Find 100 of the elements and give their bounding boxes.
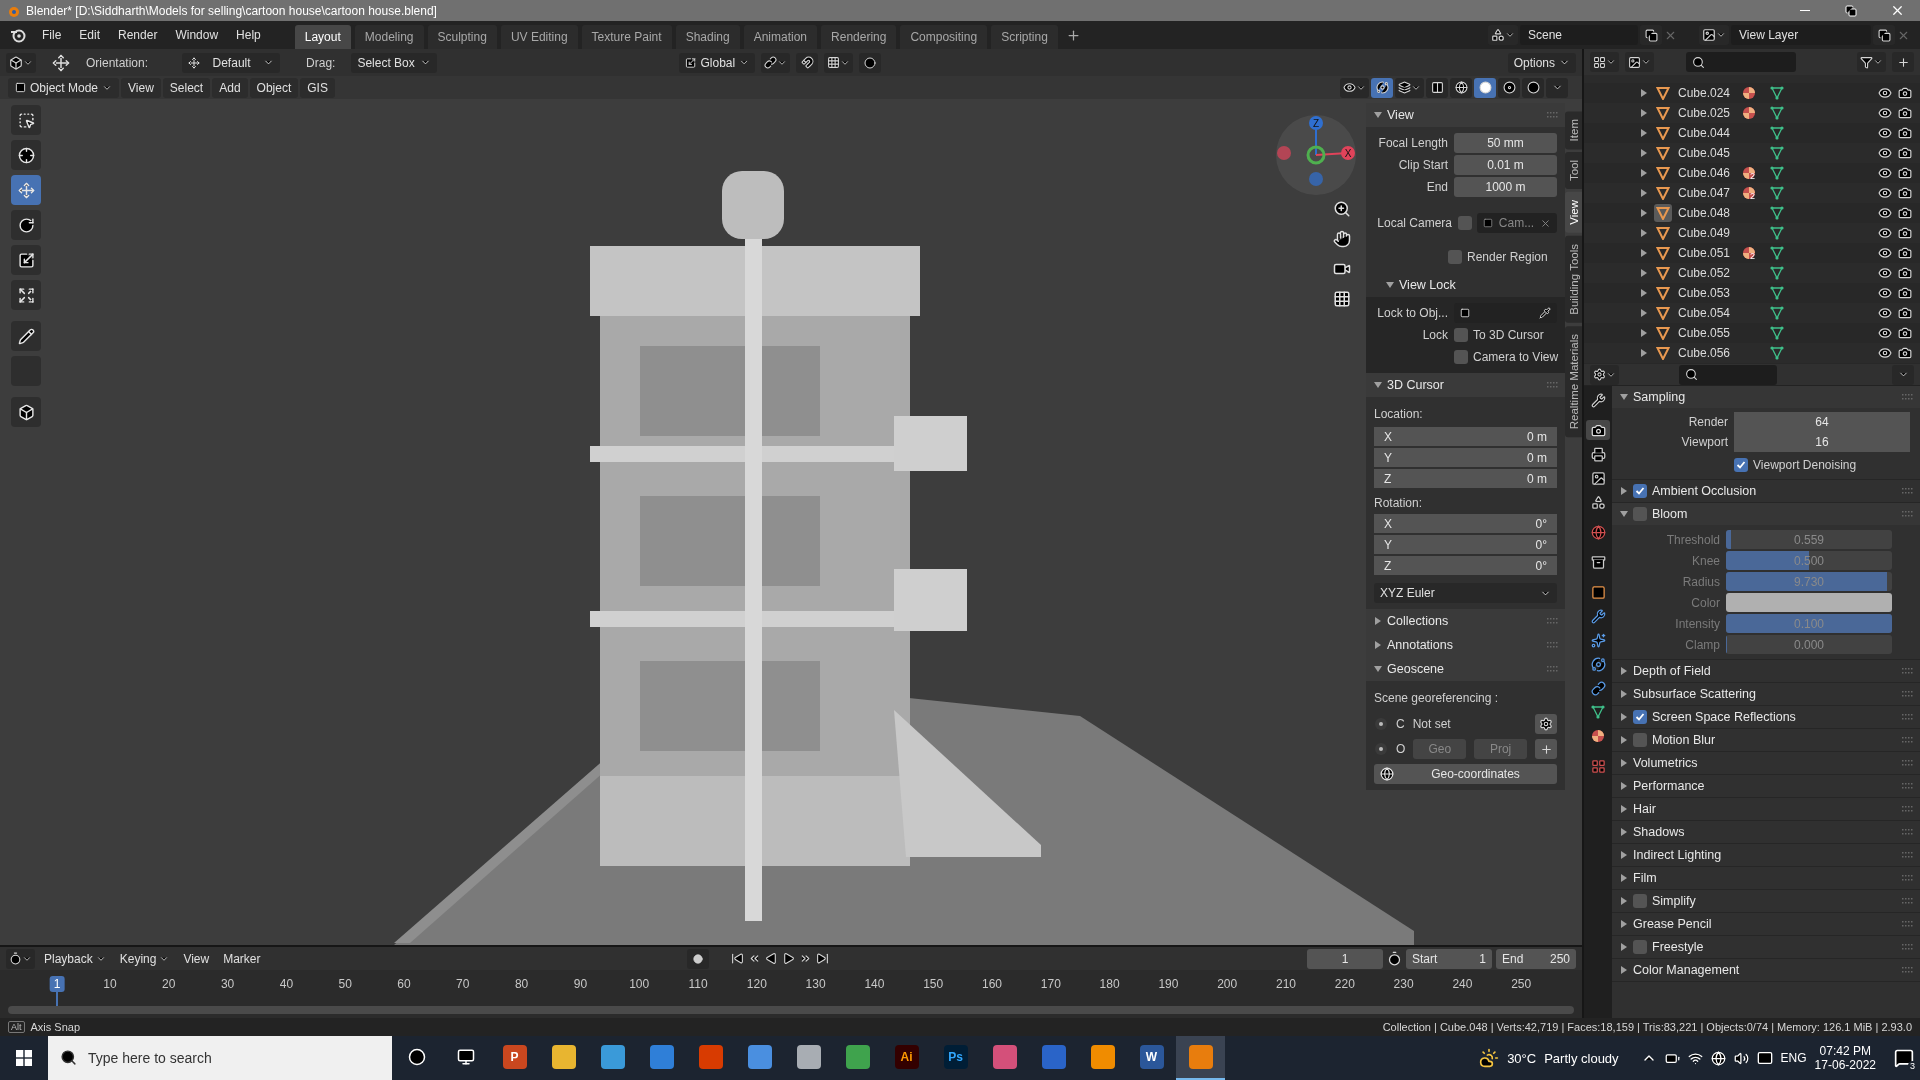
app-icon[interactable]: W <box>1139 1045 1164 1069</box>
frame-number: 90 <box>572 976 589 992</box>
workspace-tab[interactable]: Sculpting <box>427 25 497 49</box>
number-field[interactable]: 0.01 m <box>1454 155 1557 175</box>
rotation-mode-dropdown[interactable]: XYZ Euler <box>1374 583 1557 603</box>
number-field[interactable]: Y 0 m <box>1374 448 1557 467</box>
options-dropdown[interactable]: Options <box>1507 52 1576 73</box>
menu-dropdown[interactable]: Playback <box>39 949 111 968</box>
menu-item[interactable]: Add <box>212 77 248 98</box>
workspace-tab[interactable]: Compositing <box>900 25 988 49</box>
panel-title: Freestyle <box>1652 940 1705 954</box>
frame-number: 30 <box>219 976 236 992</box>
workspace-tab[interactable]: Animation <box>743 25 818 49</box>
sidebar-tab[interactable]: Realtime Materials <box>1565 325 1582 438</box>
menu-item[interactable]: Edit <box>71 25 109 45</box>
menu-item[interactable]: File <box>34 25 70 45</box>
taskbar-button[interactable]: Ai <box>882 1036 931 1080</box>
menu-item[interactable]: Object <box>249 77 299 98</box>
navigation-gizmo[interactable]: Z X <box>1274 113 1358 197</box>
menu-dropdown[interactable]: Keying <box>114 949 175 968</box>
section-label: Rotation: <box>1374 495 1424 512</box>
field-label: Color <box>1690 595 1720 610</box>
view-layer-field[interactable]: View Layer <box>1731 25 1871 45</box>
field-label: Clamp <box>1684 637 1720 652</box>
panel-title: Indirect Lighting <box>1633 848 1723 862</box>
sidebar-tab[interactable]: Tool <box>1565 152 1582 190</box>
panel-header[interactable]: Collections <box>1366 609 1565 633</box>
count-label: 2 <box>1750 191 1755 201</box>
workspace-tab[interactable]: Scripting <box>991 25 1058 49</box>
menu-item[interactable]: GIS <box>300 77 335 98</box>
sidebar-tab[interactable]: Item <box>1565 111 1582 150</box>
menu-item[interactable]: View <box>178 949 215 968</box>
drag-dropdown[interactable]: Select Box <box>351 52 438 73</box>
number-field[interactable]: Z 0 m <box>1374 469 1557 488</box>
object-name: Cube.048 <box>1678 206 1732 220</box>
current-frame-field[interactable]: 1 <box>1307 948 1383 969</box>
checkbox-label: Camera to View <box>1473 350 1559 364</box>
frame-number: 20 <box>161 976 177 992</box>
frame-number: 150 <box>922 976 945 992</box>
panel-header[interactable]: Geoscene <box>1366 657 1565 681</box>
clock[interactable]: 07:42 PM 17-06-2022 <box>1814 1044 1876 1072</box>
checkbox-label: Render Region <box>1467 250 1548 264</box>
object-name: Cube.055 <box>1678 326 1732 340</box>
status-stats: Collection | Cube.048 | Verts:42,719 | Faces:18,159 | Tris:83,221 | Objects:0/74 | Memory: 126.1 MiB | 2.93.0 <box>1382 1021 1912 1033</box>
field-label: Viewport <box>1680 435 1728 449</box>
number-field[interactable]: 64 <box>1734 412 1910 432</box>
taskbar-search-field[interactable]: Type here to search <box>48 1036 392 1080</box>
sidebar-tab[interactable]: View <box>1565 192 1582 234</box>
workspace-tab[interactable]: Modeling <box>354 25 424 49</box>
workspace-tab[interactable]: Shading <box>675 25 740 49</box>
subpanel-header[interactable]: View Lock <box>1366 273 1565 297</box>
number-field[interactable]: 50 mm <box>1454 133 1557 153</box>
menu-item[interactable]: Help <box>228 25 269 45</box>
app-icon[interactable]: Ps <box>943 1045 968 1069</box>
panel-header[interactable]: View <box>1366 103 1565 127</box>
workspace-tab[interactable]: Texture Paint <box>581 25 672 49</box>
menu-item[interactable]: Render <box>110 25 166 45</box>
frame-number: 240 <box>1451 976 1474 992</box>
workspace-tab[interactable]: Rendering <box>821 25 897 49</box>
app-icon[interactable]: Ai <box>894 1045 919 1069</box>
panel-header[interactable]: Bloom <box>1612 503 1920 525</box>
taskbar-button[interactable]: P <box>490 1036 539 1080</box>
number-field[interactable]: Z 0° <box>1374 556 1557 575</box>
taskbar-button[interactable]: Ps <box>931 1036 980 1080</box>
panel-header[interactable]: 3D Cursor <box>1366 373 1565 397</box>
frame-number: 230 <box>1392 976 1415 992</box>
object-name: Cube.054 <box>1678 306 1732 320</box>
number-field[interactable]: X 0° <box>1374 514 1557 533</box>
taskbar-button[interactable]: W <box>1127 1036 1176 1080</box>
transform-orientation-dropdown[interactable]: Global <box>679 52 756 73</box>
start-frame-field[interactable]: Start 1 <box>1406 948 1492 969</box>
sidebar-tab[interactable]: Building Tools <box>1565 236 1582 323</box>
frame-number: 100 <box>628 976 651 992</box>
panel-title: Geoscene <box>1387 662 1445 676</box>
app-icon[interactable]: P <box>502 1045 527 1069</box>
object-name: Cube.051 <box>1678 246 1732 260</box>
panel-header[interactable]: Sampling <box>1612 386 1920 408</box>
number-field[interactable]: 1000 m <box>1454 177 1557 197</box>
workspace-tab[interactable]: UV Editing <box>500 25 578 49</box>
number-field[interactable]: X 0 m <box>1374 427 1557 446</box>
drag-label: Drag: <box>306 55 336 70</box>
menu-item[interactable]: Window <box>167 25 227 45</box>
object-name: Cube.024 <box>1678 86 1732 100</box>
geo-coordinates-button[interactable]: Geo-coordinates <box>1374 764 1557 784</box>
panel-title: Ambient Occlusion <box>1652 484 1758 498</box>
camera-field[interactable]: Cam... <box>1477 213 1557 233</box>
orientation-dropdown[interactable]: Default <box>182 52 281 73</box>
number-field[interactable]: 16 <box>1734 432 1910 452</box>
panel-title: Sampling <box>1633 390 1687 404</box>
menu-item[interactable]: View <box>121 77 161 98</box>
number-field[interactable]: Y 0° <box>1374 535 1557 554</box>
menu-item[interactable]: Select <box>162 77 211 98</box>
field-label: Clip Start <box>1397 158 1448 172</box>
panel-header[interactable]: Annotations <box>1366 633 1565 657</box>
mode-dropdown[interactable]: Object Mode <box>8 77 120 98</box>
menu-item[interactable]: Marker <box>218 949 266 968</box>
row-label: C <box>1396 717 1405 731</box>
workspace-tab[interactable]: Layout <box>294 25 351 49</box>
scene-field[interactable]: Scene <box>1520 25 1638 45</box>
end-frame-field[interactable]: End 250 <box>1496 948 1576 969</box>
